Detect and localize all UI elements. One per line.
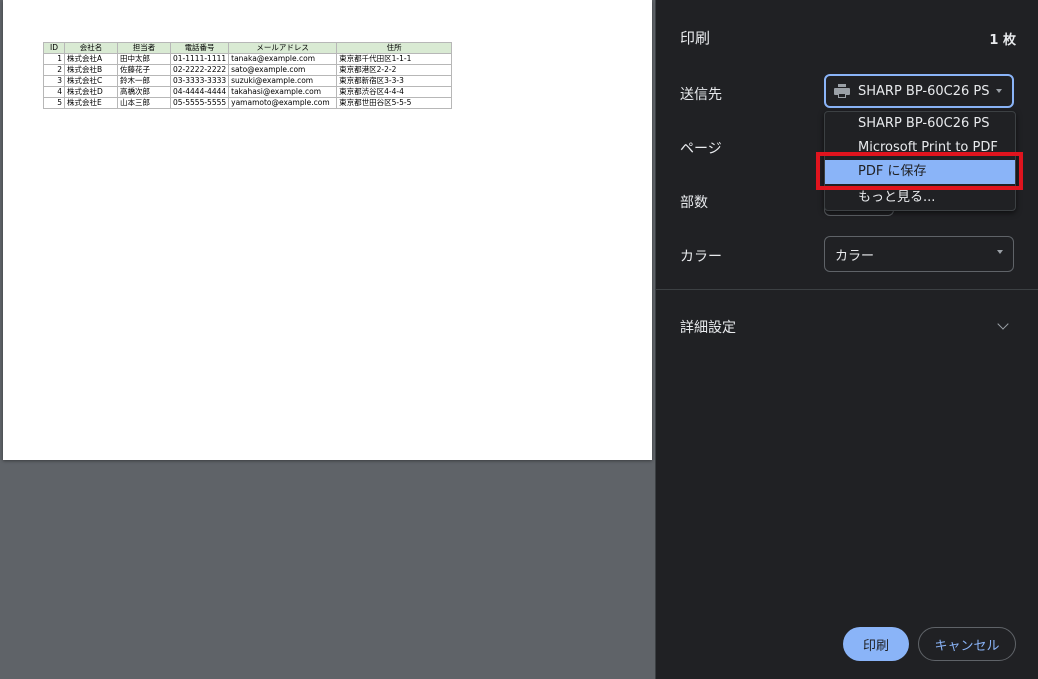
pages-label: ページ bbox=[680, 141, 722, 157]
table-cell: tanaka@example.com bbox=[228, 53, 338, 65]
table-cell: takahasi@example.com bbox=[228, 86, 338, 98]
table-cell: 東京都世田谷区5-5-5 bbox=[336, 97, 453, 109]
table-cell: 東京都渋谷区4-4-4 bbox=[336, 86, 453, 98]
table-cell: 3 bbox=[43, 75, 65, 87]
table-cell: 株式会社E bbox=[64, 97, 118, 109]
chevron-down-icon[interactable] bbox=[997, 318, 1009, 330]
table-cell: 1 bbox=[43, 53, 65, 65]
dropdown-item-sharp[interactable]: SHARP BP-60C26 PS bbox=[825, 112, 1015, 136]
table-cell: 株式会社B bbox=[64, 64, 118, 76]
color-select[interactable]: カラー bbox=[824, 236, 1014, 272]
table-cell: 東京都新宿区3-3-3 bbox=[336, 75, 453, 87]
table-cell: sato@example.com bbox=[228, 64, 338, 76]
print-preview-area: ID 会社名 担当者 電話番号 メールアドレス 住所 1 株式会社A 田中太郎 … bbox=[0, 0, 655, 679]
table-row: 4 株式会社D 高橋次郎 04-4444-4444 takahasi@examp… bbox=[43, 86, 453, 98]
table-cell: 山本三郎 bbox=[117, 97, 171, 109]
table-cell: 佐藤花子 bbox=[117, 64, 171, 76]
column-header: 担当者 bbox=[117, 42, 171, 54]
table-header-row: ID 会社名 担当者 電話番号 メールアドレス 住所 bbox=[43, 42, 453, 54]
print-button[interactable]: 印刷 bbox=[843, 627, 909, 661]
table-cell: 株式会社D bbox=[64, 86, 118, 98]
table-cell: yamamoto@example.com bbox=[228, 97, 338, 109]
preview-page: ID 会社名 担当者 電話番号 メールアドレス 住所 1 株式会社A 田中太郎 … bbox=[3, 0, 652, 460]
table-row: 1 株式会社A 田中太郎 01-1111-1111 tanaka@example… bbox=[43, 53, 453, 65]
color-label: カラー bbox=[680, 249, 722, 265]
column-header: メールアドレス bbox=[228, 42, 338, 54]
table-cell: 高橋次郎 bbox=[117, 86, 171, 98]
destination-value: SHARP BP-60C26 PS bbox=[858, 83, 990, 99]
table-cell: 株式会社A bbox=[64, 53, 118, 65]
column-header: ID bbox=[43, 42, 65, 54]
table-cell: 2 bbox=[43, 64, 65, 76]
destination-dropdown-menu: SHARP BP-60C26 PS Microsoft Print to PDF… bbox=[824, 111, 1016, 211]
destination-label: 送信先 bbox=[680, 87, 722, 103]
color-value: カラー bbox=[835, 248, 875, 264]
copies-label: 部数 bbox=[680, 195, 708, 211]
table-cell: 東京都千代田区1-1-1 bbox=[336, 53, 453, 65]
column-header: 会社名 bbox=[64, 42, 118, 54]
column-header: 住所 bbox=[336, 42, 453, 54]
print-settings-sidebar: 印刷 1 枚 送信先 SHARP BP-60C26 PS ページ 部数 カラー … bbox=[655, 0, 1038, 679]
dropdown-arrow-icon bbox=[997, 250, 1003, 254]
section-divider bbox=[656, 289, 1038, 290]
dropdown-arrow-icon bbox=[996, 89, 1002, 93]
dropdown-item-microsoft-pdf[interactable]: Microsoft Print to PDF bbox=[825, 136, 1015, 160]
table-cell: 株式会社C bbox=[64, 75, 118, 87]
table-cell: 01-1111-1111 bbox=[169, 53, 230, 65]
table-cell: 4 bbox=[43, 86, 65, 98]
table-cell: 東京都港区2-2-2 bbox=[336, 64, 453, 76]
table-cell: 05-5555-5555 bbox=[169, 97, 230, 109]
dropdown-item-save-as-pdf[interactable]: PDF に保存 bbox=[825, 160, 1015, 184]
column-header: 電話番号 bbox=[169, 42, 230, 54]
table-cell: 04-4444-4444 bbox=[169, 86, 230, 98]
table-row: 2 株式会社B 佐藤花子 02-2222-2222 sato@example.c… bbox=[43, 64, 453, 76]
sheet-count: 1 枚 bbox=[989, 33, 1016, 48]
table-cell: 03-3333-3333 bbox=[169, 75, 230, 87]
dropdown-item-see-more[interactable]: もっと見る... bbox=[825, 186, 1015, 210]
cancel-button[interactable]: キャンセル bbox=[918, 627, 1016, 661]
advanced-settings-label[interactable]: 詳細設定 bbox=[680, 317, 736, 337]
preview-table: ID 会社名 担当者 電話番号 メールアドレス 住所 1 株式会社A 田中太郎 … bbox=[43, 42, 453, 109]
table-cell: 鈴木一郎 bbox=[117, 75, 171, 87]
dialog-title: 印刷 bbox=[680, 29, 711, 47]
table-cell: 5 bbox=[43, 97, 65, 109]
table-cell: 田中太郎 bbox=[117, 53, 171, 65]
destination-select[interactable]: SHARP BP-60C26 PS bbox=[824, 74, 1014, 108]
table-row: 5 株式会社E 山本三郎 05-5555-5555 yamamoto@examp… bbox=[43, 97, 453, 109]
table-cell: suzuki@example.com bbox=[228, 75, 338, 87]
printer-icon bbox=[834, 84, 850, 98]
table-cell: 02-2222-2222 bbox=[169, 64, 230, 76]
table-row: 3 株式会社C 鈴木一郎 03-3333-3333 suzuki@example… bbox=[43, 75, 453, 87]
